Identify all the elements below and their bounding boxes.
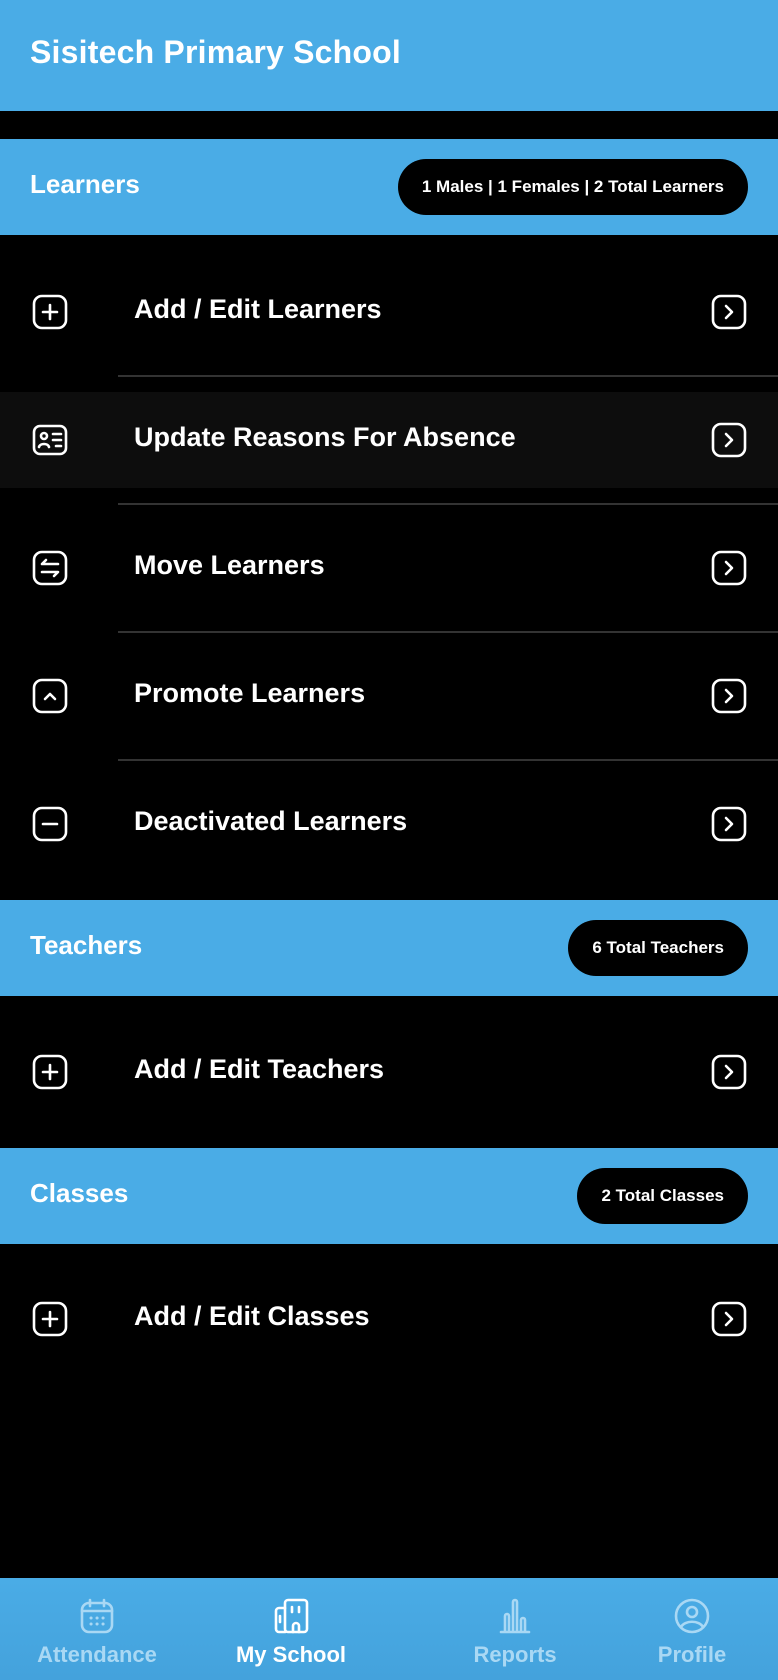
- divider: [118, 375, 778, 377]
- learners-section-header: Learners 1 Males | 1 Females | 2 Total L…: [0, 139, 778, 235]
- learners-count-badge: 1 Males | 1 Females | 2 Total Learners: [397, 159, 748, 215]
- item-label: Add / Edit Classes: [134, 1301, 370, 1331]
- classes-section-header: Classes 2 Total Classes: [0, 1148, 778, 1244]
- item-label: Add / Edit Learners: [134, 294, 382, 324]
- app-header: Sisitech Primary School: [0, 0, 778, 111]
- swap-arrows-icon: [32, 550, 68, 586]
- tab-label: My School: [235, 1642, 346, 1667]
- add-edit-teachers-item[interactable]: Add / Edit Teachers: [0, 1008, 778, 1136]
- section-title: Classes: [30, 1178, 129, 1208]
- tab-attendance[interactable]: Attendance: [0, 1578, 194, 1680]
- teachers-count-badge: 6 Total Teachers: [568, 920, 748, 976]
- id-card-icon: [32, 424, 68, 456]
- add-edit-classes-item[interactable]: Add / Edit Classes: [0, 1255, 778, 1383]
- update-reasons-for-absence-item[interactable]: Update Reasons For Absence: [0, 392, 778, 488]
- tab-label: Reports: [473, 1642, 557, 1667]
- bar-chart-icon: [499, 1598, 531, 1634]
- section-title: Learners: [30, 169, 140, 199]
- classes-count-badge: 2 Total Classes: [577, 1168, 748, 1224]
- move-learners-item[interactable]: Move Learners: [0, 504, 778, 632]
- school-title: Sisitech Primary School: [30, 34, 401, 70]
- chevron-right-icon: [711, 1301, 747, 1337]
- promote-learners-item[interactable]: Promote Learners: [0, 632, 778, 760]
- tab-label: Profile: [657, 1642, 727, 1667]
- user-circle-icon: [674, 1598, 710, 1634]
- section-title: Teachers: [30, 930, 143, 960]
- chevron-right-icon: [711, 678, 747, 714]
- plus-square-icon: [32, 1054, 68, 1090]
- tab-label: Attendance: [37, 1642, 157, 1667]
- school-building-icon: [274, 1598, 309, 1634]
- item-label: Move Learners: [134, 550, 325, 580]
- chevron-right-icon: [711, 550, 747, 586]
- minus-square-icon: [32, 806, 68, 842]
- plus-square-icon: [32, 1301, 68, 1337]
- deactivated-learners-item[interactable]: Deactivated Learners: [0, 760, 778, 888]
- item-label: Update Reasons For Absence: [134, 422, 516, 452]
- chevron-right-icon: [711, 1054, 747, 1090]
- tab-profile[interactable]: Profile: [595, 1578, 778, 1680]
- item-label: Promote Learners: [134, 678, 366, 708]
- chevron-right-icon: [711, 806, 747, 842]
- chevron-up-square-icon: [32, 678, 68, 714]
- tab-reports[interactable]: Reports: [418, 1578, 612, 1680]
- item-label: Add / Edit Teachers: [134, 1054, 385, 1084]
- teachers-section-header: Teachers 6 Total Teachers: [0, 900, 778, 996]
- plus-square-icon: [32, 294, 68, 330]
- add-edit-learners-item[interactable]: Add / Edit Learners: [0, 248, 778, 376]
- bottom-nav: Attendance My School Reports Profile: [0, 1578, 778, 1680]
- chevron-right-icon: [711, 422, 747, 458]
- calendar-icon: [80, 1598, 114, 1634]
- item-label: Deactivated Learners: [134, 806, 408, 836]
- tab-my-school[interactable]: My School: [194, 1578, 388, 1680]
- chevron-right-icon: [711, 294, 747, 330]
